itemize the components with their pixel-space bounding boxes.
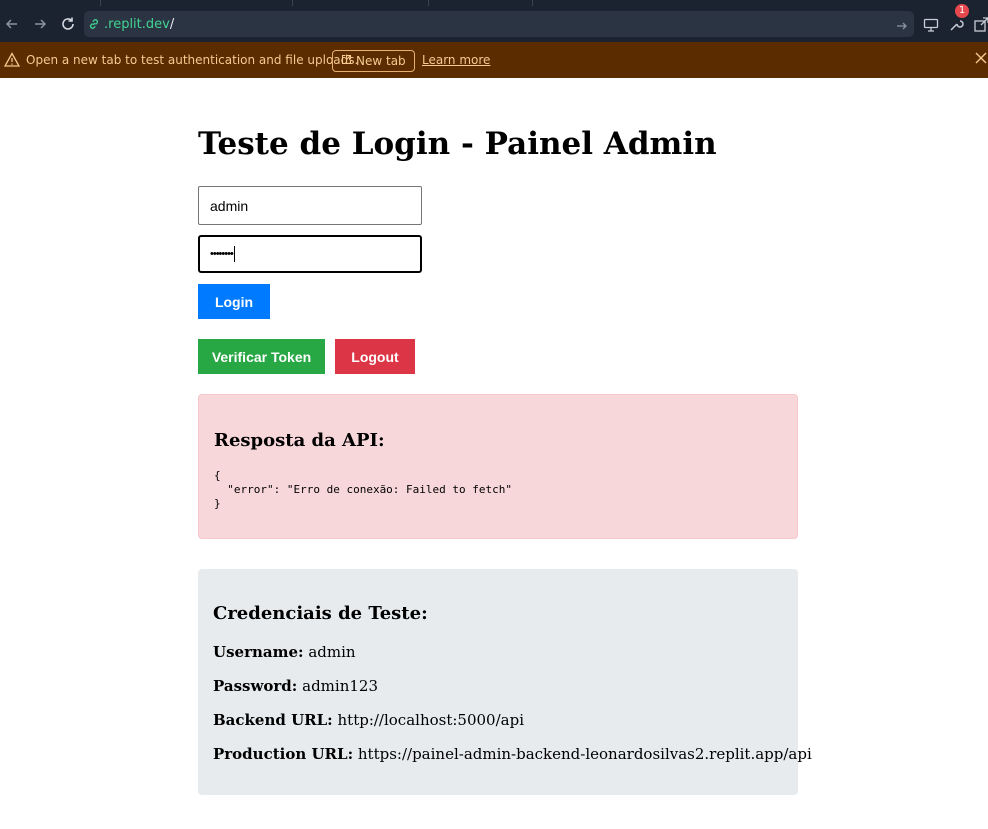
credential-production-url: Production URL: https://painel-admin-bac… [213,745,812,763]
devtools-wrench-icon[interactable] [947,16,965,34]
notification-badge: 1 [955,4,969,18]
credential-value: https://painel-admin-backend-leonardosil… [357,745,812,763]
learn-more-link[interactable]: Learn more [422,53,490,67]
go-arrow-icon[interactable] [896,17,908,36]
verify-token-button[interactable]: Verificar Token [198,339,325,374]
credential-value: admin [308,643,356,661]
credential-value: http://localhost:5000/api [337,711,525,729]
link-icon [88,17,102,31]
username-value: admin [210,197,249,214]
url-host: .replit.dev [104,16,170,32]
password-input[interactable]: •••••••• [198,235,422,273]
url-path: / [169,16,175,32]
reload-icon[interactable] [58,14,78,34]
monitor-icon[interactable] [922,16,940,34]
credential-value: admin123 [302,677,378,695]
browser-toolbar: .replit.dev/ [0,6,988,42]
password-value: •••••••• [210,248,234,260]
forward-arrow-icon[interactable] [30,14,50,34]
credential-label: Backend URL: [213,711,333,729]
credential-backend-url: Backend URL: http://localhost:5000/api [213,711,524,729]
api-response-box: Resposta da API: { "error": "Erro de con… [198,394,798,539]
back-arrow-icon[interactable] [2,14,22,34]
credential-label: Password: [213,677,298,695]
credential-label: Username: [213,643,304,661]
response-json: { "error": "Erro de conexão: Failed to f… [214,469,513,510]
url-text: .replit.dev/ [104,17,174,32]
text-caret [233,246,235,262]
address-bar[interactable]: .replit.dev/ [84,11,914,37]
banner-message: Open a new tab to test authentication an… [26,53,359,67]
login-button[interactable]: Login [198,284,270,319]
credentials-heading: Credenciais de Teste: [213,603,428,624]
credential-label: Production URL: [213,745,354,763]
credential-username: Username: admin [213,643,356,661]
close-icon[interactable] [974,51,988,67]
credential-password: Password: admin123 [213,677,378,695]
test-credentials-box: Credenciais de Teste: Username: admin Pa… [198,569,812,795]
new-tab-button[interactable]: New tab [332,50,415,72]
external-link-icon[interactable] [972,16,988,34]
new-tab-label: New tab [356,54,406,68]
open-in-new-icon [341,54,352,68]
response-heading: Resposta da API: [214,430,385,451]
warning-banner: Open a new tab to test authentication an… [0,42,988,78]
warning-triangle-icon [3,52,21,68]
username-input[interactable]: admin [198,186,422,225]
logout-button[interactable]: Logout [335,339,415,374]
page-title: Teste de Login - Painel Admin [198,126,717,162]
